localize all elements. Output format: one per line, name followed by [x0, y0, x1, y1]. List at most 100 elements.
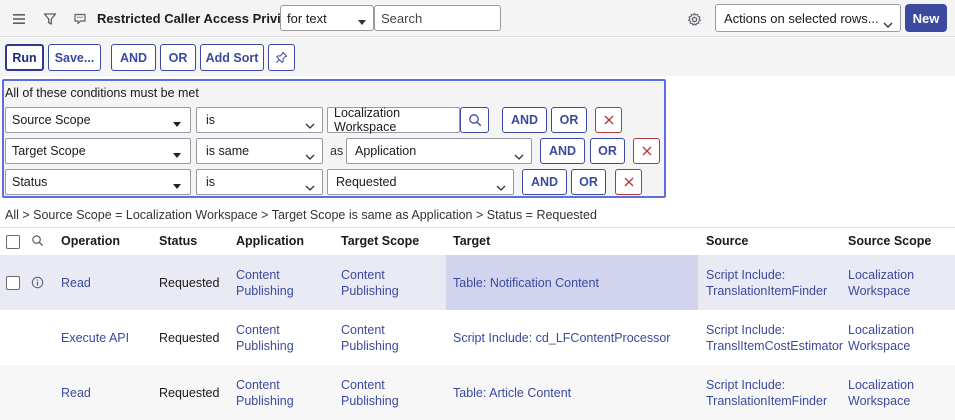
target-scope-line-1: Content	[341, 268, 385, 282]
application-line-1: Content	[236, 378, 280, 392]
source-line-1: Script Include:	[706, 378, 786, 392]
search-columns-icon[interactable]	[31, 234, 44, 250]
remove-condition-button[interactable]	[633, 138, 660, 164]
source-link[interactable]: Script Include: TranslationItemFinder	[706, 267, 827, 299]
condition-or-button[interactable]: OR	[590, 138, 625, 164]
magnifier-icon	[468, 113, 482, 127]
status-value: Requested	[159, 276, 220, 290]
chevron-down-icon	[496, 180, 506, 194]
source-scope-link[interactable]: Localization Workspace	[848, 322, 914, 354]
caret-down-icon	[173, 148, 181, 162]
new-button[interactable]: New	[905, 4, 947, 32]
target-scope-link[interactable]: Content Publishing	[341, 322, 399, 354]
source-scope-line-2: Workspace	[848, 284, 911, 298]
target-scope-line-2: Publishing	[341, 394, 399, 408]
pin-icon	[275, 51, 288, 64]
column-header-source-scope[interactable]: Source Scope	[848, 234, 931, 248]
toolbar-and-button[interactable]: AND	[111, 44, 156, 71]
condition-and-button[interactable]: AND	[502, 107, 547, 133]
target-link[interactable]: Table: Notification Content	[453, 275, 599, 291]
remove-condition-button[interactable]	[595, 107, 622, 133]
source-scope-line-1: Localization	[848, 268, 915, 282]
source-scope-line-1: Localization	[848, 378, 915, 392]
target-scope-line-1: Content	[341, 378, 385, 392]
row-checkbox[interactable]	[6, 276, 20, 290]
application-line-2: Publishing	[236, 339, 294, 353]
select-all-checkbox[interactable]	[6, 235, 20, 249]
filter-icon[interactable]	[40, 9, 60, 29]
toolbar-or-button[interactable]: OR	[160, 44, 196, 71]
application-line-2: Publishing	[236, 284, 294, 298]
actions-select-value: Actions on selected rows...	[724, 10, 879, 26]
target-scope-line-1: Content	[341, 323, 385, 337]
operation-link[interactable]: Read	[61, 275, 91, 291]
condition-and-button[interactable]: AND	[540, 138, 585, 164]
remove-condition-button[interactable]	[615, 169, 642, 195]
save-button[interactable]: Save...	[48, 44, 101, 71]
pin-filter-button[interactable]	[268, 44, 295, 71]
target-link[interactable]: Table: Article Content	[453, 385, 571, 401]
info-icon[interactable]	[31, 276, 44, 292]
condition-field-value: Status	[12, 175, 48, 189]
column-header-status[interactable]: Status	[159, 234, 197, 248]
source-line-1: Script Include:	[706, 268, 786, 282]
column-header-source[interactable]: Source	[706, 234, 748, 248]
condition-builder-label: All of these conditions must be met	[5, 86, 199, 100]
condition-value-select[interactable]: Requested	[327, 169, 514, 195]
run-button[interactable]: Run	[5, 44, 44, 71]
source-scope-line-1: Localization	[848, 323, 915, 337]
application-link[interactable]: Content Publishing	[236, 322, 294, 354]
breadcrumb[interactable]: All > Source Scope = Localization Worksp…	[5, 208, 597, 222]
target-scope-line-2: Publishing	[341, 284, 399, 298]
operation-link[interactable]: Read	[61, 385, 91, 401]
condition-operator-value: is	[206, 113, 216, 127]
search-placeholder: Search	[381, 10, 423, 26]
column-header-target-scope[interactable]: Target Scope	[341, 234, 419, 248]
search-field-select[interactable]: for text	[280, 5, 374, 31]
column-header-application[interactable]: Application	[236, 234, 304, 248]
condition-operator-select[interactable]: is	[196, 107, 323, 133]
condition-field-select[interactable]: Status	[5, 169, 191, 195]
source-line-1: Script Include:	[706, 323, 786, 337]
application-link[interactable]: Content Publishing	[236, 377, 294, 409]
status-value: Requested	[159, 331, 220, 345]
chevron-down-icon	[514, 149, 524, 163]
condition-field-value: Target Scope	[12, 144, 86, 158]
list-header: Restricted Caller Access Privileges for …	[0, 0, 955, 37]
condition-field-select[interactable]: Source Scope	[5, 107, 191, 133]
search-input[interactable]: Search	[374, 5, 501, 31]
source-scope-link[interactable]: Localization Workspace	[848, 377, 914, 409]
column-header-target[interactable]: Target	[453, 234, 490, 248]
target-scope-link[interactable]: Content Publishing	[341, 377, 399, 409]
source-link[interactable]: Script Include: TranslationItemFinder	[706, 377, 827, 409]
chevron-down-icon	[883, 16, 893, 31]
condition-value-text: Application	[355, 144, 417, 158]
source-scope-link[interactable]: Localization Workspace	[848, 267, 914, 299]
reference-lookup-button[interactable]	[460, 107, 489, 133]
target-link[interactable]: Script Include: cd_LFContentProcessor	[453, 330, 670, 346]
condition-and-button[interactable]: AND	[522, 169, 567, 195]
chevron-down-icon	[305, 180, 315, 194]
source-line-2: TranslationItemFinder	[706, 284, 828, 298]
chevron-down-icon	[305, 149, 315, 163]
condition-value-input[interactable]: Localization Workspace	[327, 106, 460, 134]
condition-operator-select[interactable]: is	[196, 169, 323, 195]
operation-link[interactable]: Execute API	[61, 330, 129, 346]
close-icon	[642, 146, 652, 156]
actions-select[interactable]: Actions on selected rows...	[715, 4, 901, 32]
column-header-operation[interactable]: Operation	[61, 234, 120, 248]
condition-or-button[interactable]: OR	[571, 169, 606, 195]
application-link[interactable]: Content Publishing	[236, 267, 294, 299]
condition-field-select[interactable]: Target Scope	[5, 138, 191, 164]
condition-value-select[interactable]: Application	[346, 138, 532, 164]
list-context-menu-icon[interactable]	[70, 9, 90, 29]
target-scope-link[interactable]: Content Publishing	[341, 267, 399, 299]
condition-or-button[interactable]: OR	[551, 107, 587, 133]
status-value: Requested	[159, 386, 220, 400]
source-link[interactable]: Script Include: TranslItemCostEstimator	[706, 322, 843, 354]
add-sort-button[interactable]: Add Sort	[200, 44, 264, 71]
caret-down-icon	[173, 179, 181, 193]
hamburger-menu-icon[interactable]	[9, 9, 29, 29]
gear-icon[interactable]	[684, 9, 704, 29]
condition-operator-select[interactable]: is same	[196, 138, 323, 164]
